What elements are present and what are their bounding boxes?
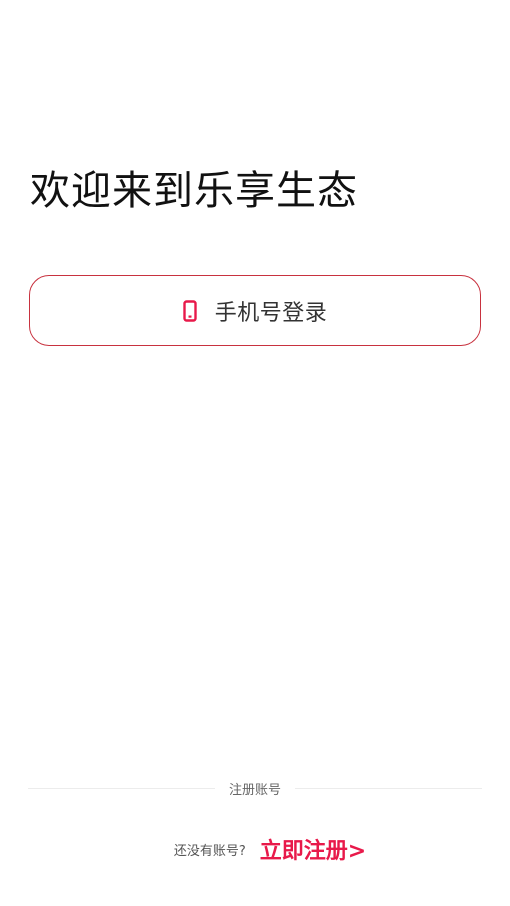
divider-line-right bbox=[295, 787, 483, 789]
register-divider: 注册账号 bbox=[28, 778, 483, 798]
phone-login-button[interactable]: 手机号登录 bbox=[29, 275, 481, 346]
register-section-label: 注册账号 bbox=[229, 782, 282, 798]
phone-login-label: 手机号登录 bbox=[214, 300, 328, 326]
mobile-phone-icon bbox=[183, 299, 197, 322]
welcome-title: 欢迎来到乐享生态 bbox=[30, 168, 358, 214]
register-now-link[interactable]: 立即注册> bbox=[260, 833, 366, 865]
no-account-text: 还没有账号? bbox=[173, 843, 246, 859]
divider-line-left bbox=[28, 787, 215, 789]
register-row: 还没有账号? 立即注册> bbox=[0, 834, 510, 864]
